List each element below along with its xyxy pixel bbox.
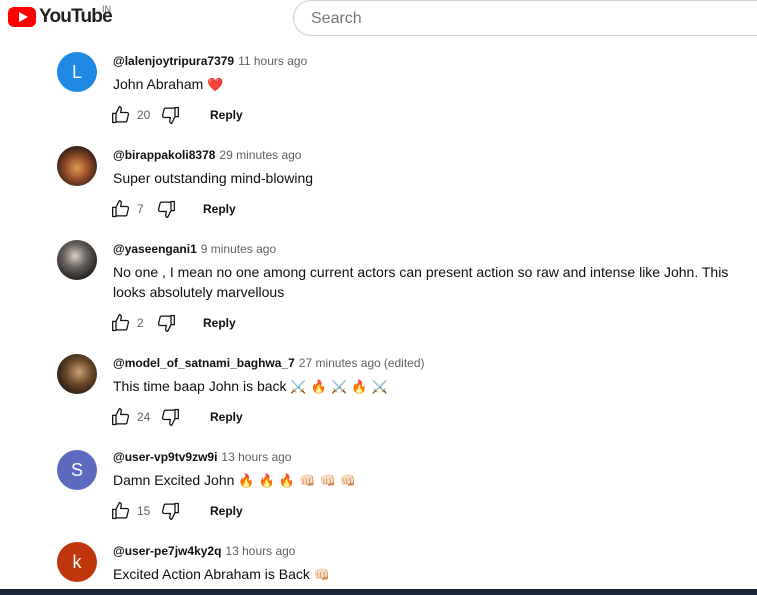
- comment-text-content: No one , I mean no one among current act…: [113, 264, 729, 300]
- avatar-letter: S: [70, 459, 83, 480]
- search-input[interactable]: [309, 9, 713, 29]
- comment-text-content: Excited Action Abraham is Back: [113, 566, 310, 582]
- comment-author[interactable]: @lalenjoytripura7379: [113, 54, 234, 68]
- youtube-play-icon: [8, 7, 36, 27]
- dislike-icon[interactable]: [155, 198, 177, 220]
- comment-time[interactable]: 27 minutes ago: [299, 356, 381, 370]
- comment-actions: 2: [110, 311, 177, 335]
- like-count: 24: [137, 410, 151, 424]
- avatar[interactable]: [57, 240, 97, 280]
- comment-time[interactable]: 9 minutes ago: [201, 242, 276, 256]
- logo-text: YouTube: [39, 6, 113, 27]
- comment-text: Excited Action Abraham is Back 👊🏻: [113, 564, 733, 586]
- comment-meta: @user-pe7jw4ky2q 13 hours ago: [113, 544, 295, 558]
- avatar[interactable]: [57, 146, 97, 186]
- bottom-edge: [0, 589, 757, 595]
- comment-text: Damn Excited John 🔥 🔥 🔥 👊🏻 👊🏻 👊🏻: [113, 470, 733, 492]
- comment-author[interactable]: @user-vp9tv9zw9i: [113, 450, 217, 464]
- like-count: 2: [137, 316, 144, 330]
- comment-actions: 24: [110, 405, 181, 429]
- comment-text-content: This time baap John is back: [113, 378, 287, 394]
- comment-time[interactable]: 13 hours ago: [221, 450, 291, 464]
- comment-time[interactable]: 29 minutes ago: [219, 148, 301, 162]
- avatar[interactable]: k: [57, 542, 97, 582]
- like-icon[interactable]: [110, 500, 132, 522]
- comment-text-content: Damn Excited John: [113, 472, 235, 488]
- comment-emoji: 🔥 🔥 🔥 👊🏻 👊🏻 👊🏻: [238, 474, 357, 489]
- comment-author[interactable]: @birappakoli8378: [113, 148, 215, 162]
- comment-text-content: John Abraham: [113, 76, 204, 92]
- comment-emoji: ❤️: [207, 78, 224, 93]
- avatar[interactable]: [57, 354, 97, 394]
- comment-meta: @yaseengani1 9 minutes ago: [113, 242, 276, 256]
- comment-actions: 20: [110, 103, 181, 127]
- comment-actions: 15: [110, 499, 181, 523]
- youtube-logo[interactable]: YouTube: [8, 6, 113, 28]
- comment-time[interactable]: 11 hours ago: [238, 54, 307, 68]
- reply-button[interactable]: Reply: [210, 108, 243, 122]
- comment-text: No one , I mean no one among current act…: [113, 262, 733, 302]
- comment-author[interactable]: @user-pe7jw4ky2q: [113, 544, 221, 558]
- comment-text-content: Super outstanding mind-blowing: [113, 170, 314, 186]
- avatar[interactable]: L: [57, 52, 97, 92]
- avatar-letter: L: [71, 61, 82, 82]
- comment-actions: 7: [110, 197, 177, 221]
- comment-meta: @birappakoli8378 29 minutes ago: [113, 148, 301, 162]
- like-count: 15: [137, 504, 151, 518]
- dislike-icon[interactable]: [155, 312, 177, 334]
- comment-emoji: ⚔️ 🔥 ⚔️ 🔥 ⚔️: [290, 380, 388, 395]
- reply-button[interactable]: Reply: [203, 316, 236, 330]
- comment-meta: @model_of_satnami_baghwa_7 27 minutes ago…: [113, 356, 425, 370]
- comment-author[interactable]: @model_of_satnami_baghwa_7: [113, 356, 295, 370]
- top-bar: YouTube IN: [0, 0, 757, 40]
- comment-meta: @user-vp9tv9zw9i 13 hours ago: [113, 450, 291, 464]
- comment-author[interactable]: @yaseengani1: [113, 242, 197, 256]
- dislike-icon[interactable]: [159, 406, 181, 428]
- country-code: IN: [102, 4, 111, 14]
- search-box[interactable]: [293, 0, 757, 36]
- like-icon[interactable]: [110, 312, 132, 334]
- comment-text: Super outstanding mind-blowing: [113, 168, 733, 188]
- avatar-letter: k: [72, 551, 82, 572]
- dislike-icon[interactable]: [159, 104, 181, 126]
- comment-text: John Abraham ❤️: [113, 74, 733, 96]
- dislike-icon[interactable]: [159, 500, 181, 522]
- avatar[interactable]: S: [57, 450, 97, 490]
- comment-emoji: 👊🏻: [313, 568, 330, 583]
- like-icon[interactable]: [110, 406, 132, 428]
- reply-button[interactable]: Reply: [203, 202, 236, 216]
- like-count: 7: [137, 202, 144, 216]
- comment-meta: @lalenjoytripura7379 11 hours ago: [113, 54, 307, 68]
- reply-button[interactable]: Reply: [210, 504, 243, 518]
- comment-time[interactable]: 13 hours ago: [225, 544, 295, 558]
- like-icon[interactable]: [110, 198, 132, 220]
- comment-text: This time baap John is back ⚔️ 🔥 ⚔️ 🔥 ⚔️: [113, 376, 733, 398]
- like-count: 20: [137, 108, 151, 122]
- like-icon[interactable]: [110, 104, 132, 126]
- reply-button[interactable]: Reply: [210, 410, 243, 424]
- edited-label: (edited): [383, 356, 425, 370]
